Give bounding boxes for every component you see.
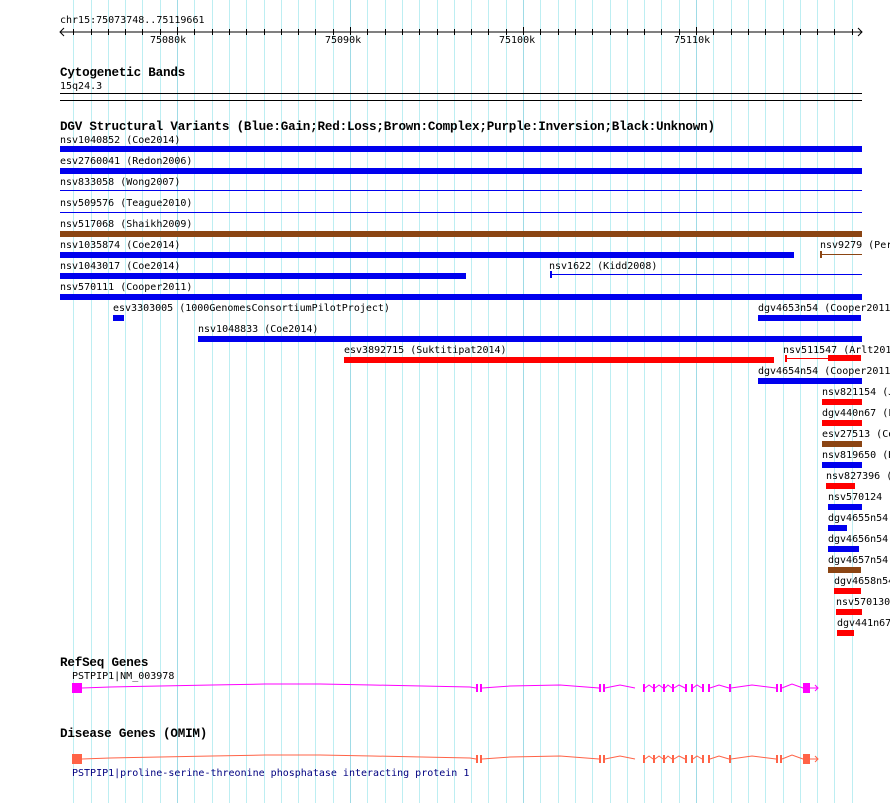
- exon: [691, 755, 693, 763]
- exon: [653, 755, 655, 763]
- intron-line: [81, 754, 819, 763]
- exon: [780, 755, 782, 763]
- exon: [803, 754, 810, 764]
- exon: [729, 755, 731, 763]
- exon: [599, 755, 601, 763]
- exon: [776, 755, 778, 763]
- exon: [708, 755, 710, 763]
- exon: [643, 755, 645, 763]
- exon: [480, 755, 482, 763]
- omim-gene-model[interactable]: [0, 0, 890, 803]
- omim-gene-label: PSTPIP1|proline-serine-threonine phospha…: [72, 768, 470, 779]
- exon: [663, 755, 665, 763]
- exon: [476, 755, 478, 763]
- exon: [702, 755, 704, 763]
- exon: [72, 754, 82, 764]
- exon: [685, 755, 687, 763]
- exon: [603, 755, 605, 763]
- exon: [672, 755, 674, 763]
- genome-browser: chr15:75073748..75119661 75080k 75090k 7…: [0, 0, 890, 803]
